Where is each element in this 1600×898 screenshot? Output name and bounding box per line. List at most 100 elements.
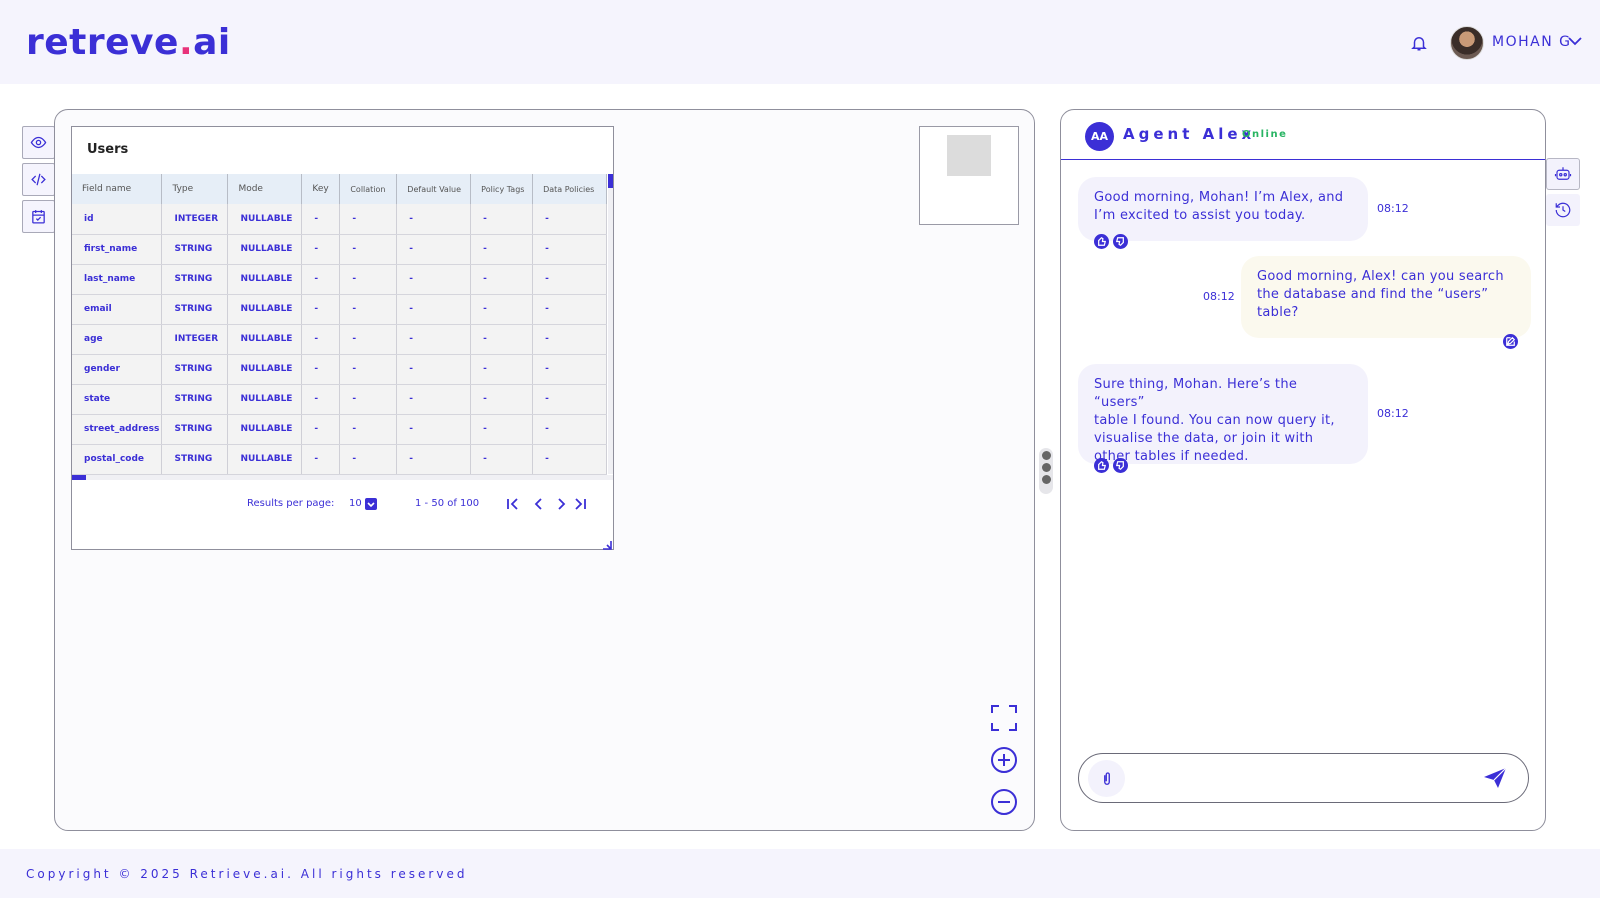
table-cell: -: [470, 294, 534, 325]
horizontal-scrollbar[interactable]: [72, 475, 613, 480]
table-cell: -: [532, 234, 607, 265]
chevron-down-icon[interactable]: [1568, 36, 1582, 46]
schedule-button[interactable]: [22, 200, 55, 233]
previous-page-icon[interactable]: [531, 496, 547, 512]
table-row[interactable]: last_name STRING NULLABLE - - - - -: [72, 264, 607, 295]
app-logo[interactable]: retreve.ai: [26, 22, 231, 63]
message-line: Good morning, Mohan! I’m Alex, and: [1094, 190, 1344, 205]
minimap-viewport[interactable]: [947, 135, 991, 176]
table-cell: -: [339, 204, 398, 235]
table-cell: id: [72, 204, 163, 235]
send-icon[interactable]: [1483, 767, 1507, 789]
thumbs-down-icon[interactable]: [1113, 458, 1128, 473]
vertical-scrollbar[interactable]: [608, 174, 613, 474]
logo-suffix: ai: [193, 22, 231, 63]
table-row[interactable]: first_name STRING NULLABLE - - - - -: [72, 234, 607, 265]
table-row[interactable]: gender STRING NULLABLE - - - - -: [72, 354, 607, 385]
table-cell: STRING: [161, 384, 229, 415]
table-cell: -: [301, 294, 341, 325]
message-line: the database and find the “users”: [1257, 287, 1489, 302]
agent-avatar: AA: [1085, 122, 1114, 151]
chevron-down-icon[interactable]: [365, 498, 377, 510]
table-row[interactable]: postal_code STRING NULLABLE - - - - -: [72, 444, 607, 475]
column-header[interactable]: Mode: [227, 174, 303, 204]
column-header[interactable]: Type: [161, 174, 229, 204]
logo-text: retreve: [26, 22, 179, 63]
results-per-page-select[interactable]: 10: [349, 498, 362, 509]
column-header[interactable]: Field name: [72, 174, 163, 204]
user-name[interactable]: MOHAN G: [1492, 34, 1571, 50]
history-button[interactable]: [1546, 194, 1580, 226]
column-header[interactable]: Collation: [339, 174, 398, 204]
table-cell: postal_code: [72, 444, 163, 475]
message-line: table?: [1257, 305, 1299, 320]
table-cell: NULLABLE: [227, 414, 303, 445]
thumbs-up-icon[interactable]: [1094, 458, 1109, 473]
table-cell: street_address: [72, 414, 163, 445]
attach-button[interactable]: [1088, 760, 1125, 797]
first-page-icon[interactable]: [505, 496, 521, 512]
code-icon: [31, 173, 46, 186]
column-header[interactable]: Policy Tags: [470, 174, 534, 204]
thumbs-up-icon[interactable]: [1094, 234, 1109, 249]
table-cell: -: [470, 384, 534, 415]
horizontal-scroll-thumb[interactable]: [72, 475, 86, 480]
minimap[interactable]: [919, 126, 1019, 225]
agent-name: Agent Alex: [1123, 125, 1256, 143]
vertical-scroll-thumb[interactable]: [608, 174, 613, 188]
table-cell: STRING: [161, 264, 229, 295]
table-cell: -: [532, 324, 607, 355]
table-cell: -: [470, 414, 534, 445]
panel-resize-handle[interactable]: [1039, 448, 1053, 494]
zoom-in-icon[interactable]: [990, 746, 1018, 774]
thumbs-down-icon[interactable]: [1113, 234, 1128, 249]
message-time: 08:12: [1203, 290, 1235, 303]
table-cell: STRING: [161, 444, 229, 475]
last-page-icon[interactable]: [572, 496, 588, 512]
page-range: 1 - 50 of 100: [415, 498, 480, 509]
table-cell: -: [301, 444, 341, 475]
table-row[interactable]: age INTEGER NULLABLE - - - - -: [72, 324, 607, 355]
table-row[interactable]: email STRING NULLABLE - - - - -: [72, 294, 607, 325]
history-icon: [1555, 202, 1571, 218]
column-header[interactable]: Key: [301, 174, 341, 204]
table-scroll-area[interactable]: Field name Type Mode Key Collation Default Va…: [72, 174, 613, 477]
zoom-out-icon[interactable]: [990, 788, 1018, 816]
fullscreen-icon[interactable]: [990, 704, 1018, 732]
table-row[interactable]: street_address STRING NULLABLE - - - - -: [72, 414, 607, 445]
table-cell: -: [470, 264, 534, 295]
table-cell: -: [532, 294, 607, 325]
table-cell: -: [532, 204, 607, 235]
column-header[interactable]: Default Value: [396, 174, 472, 204]
resize-handle-icon[interactable]: [600, 538, 612, 550]
next-page-icon[interactable]: [553, 496, 569, 512]
table-cell: gender: [72, 354, 163, 385]
table-cell: -: [301, 324, 341, 355]
message-line: Sure thing, Mohan. Here’s the “users”: [1094, 377, 1298, 410]
right-toolbar: [1546, 158, 1580, 230]
table-cell: NULLABLE: [227, 324, 303, 355]
table-row[interactable]: id INTEGER NULLABLE - - - - -: [72, 204, 607, 235]
table-cell: -: [301, 234, 341, 265]
message-composer[interactable]: [1078, 753, 1529, 803]
table-cell: -: [301, 204, 341, 235]
bell-icon[interactable]: [1410, 34, 1428, 52]
avatar[interactable]: [1450, 26, 1484, 60]
table-cell: -: [396, 324, 472, 355]
table-cell: -: [532, 354, 607, 385]
table-cell: -: [339, 354, 398, 385]
code-button[interactable]: [22, 163, 55, 196]
message-line: other tables if needed.: [1094, 449, 1249, 464]
chat-header: AA Agent Alex Online: [1061, 110, 1545, 160]
view-button[interactable]: [22, 126, 55, 159]
table-row[interactable]: state STRING NULLABLE - - - - -: [72, 384, 607, 415]
agent-message: Sure thing, Mohan. Here’s the “users” ta…: [1078, 364, 1368, 464]
table-header-row: Field name Type Mode Key Collation Default Va…: [72, 174, 607, 204]
table-cell: -: [339, 384, 398, 415]
column-header[interactable]: Data Policies: [532, 174, 607, 204]
edit-icon[interactable]: [1503, 334, 1518, 349]
table-cell: -: [470, 324, 534, 355]
table-cell: -: [470, 354, 534, 385]
agent-button[interactable]: [1546, 158, 1580, 190]
table-card[interactable]: Users Field name Type Mode Key Collation Defa…: [71, 126, 614, 550]
